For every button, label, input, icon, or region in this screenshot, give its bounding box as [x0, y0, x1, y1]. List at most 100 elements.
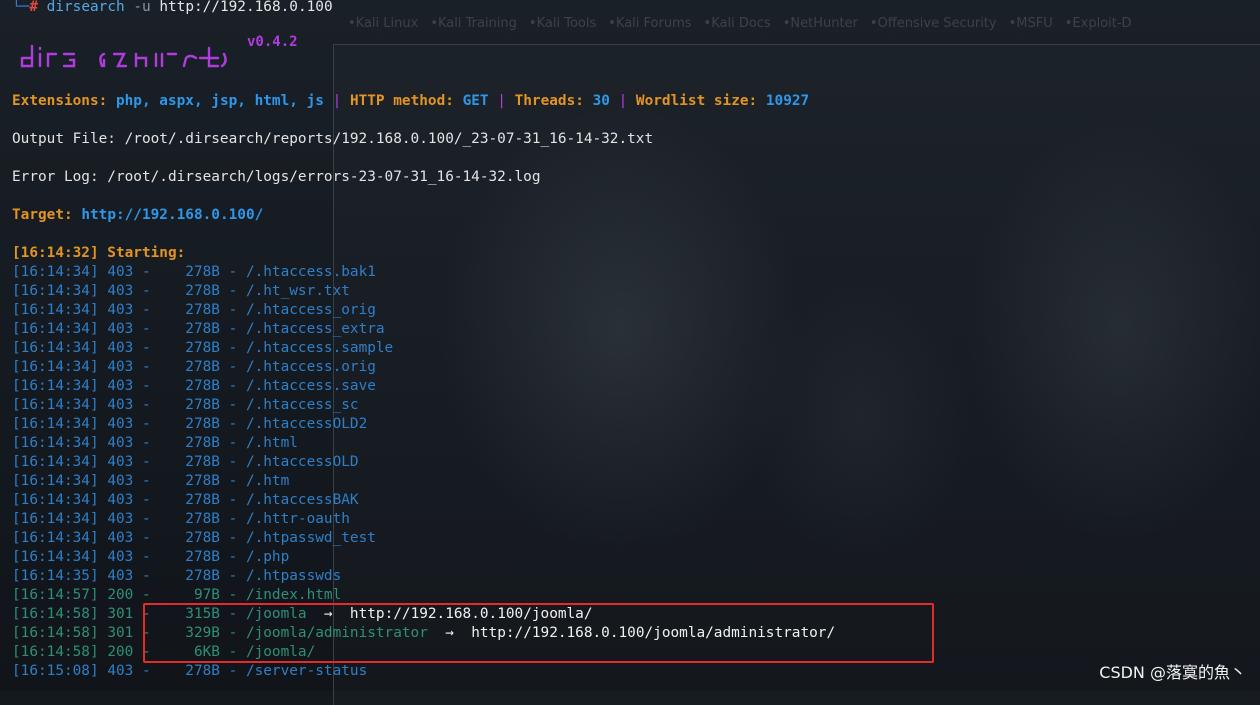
result-size: 278B — [185, 397, 220, 413]
result-time: [16:14:34] — [12, 359, 99, 375]
method-value: GET — [462, 93, 489, 109]
result-status-code: 403 — [107, 568, 134, 584]
result-status-code: 403 — [107, 264, 134, 280]
result-time: [16:14:34] — [12, 283, 99, 299]
result-time: [16:14:34] — [12, 321, 99, 337]
table-row: [16:14:34] 403 - 278B - /.ht_wsr.txt — [12, 283, 350, 299]
result-size: 278B — [185, 340, 220, 356]
result-path: /.htaccess.save — [245, 378, 376, 394]
prompt-arrow: └─ — [12, 0, 30, 15]
result-size: 278B — [185, 549, 220, 565]
table-row: [16:15:08] 403 - 278B - /server-status — [12, 663, 368, 679]
result-size: 278B — [185, 454, 220, 470]
result-time: [16:14:58] — [12, 644, 99, 660]
table-row: [16:14:34] 403 - 278B - /.htaccess.save — [12, 378, 376, 394]
table-row: [16:14:34] 403 - 278B - /.htaccessBAK — [12, 492, 359, 508]
extensions-value: php, aspx, jsp, html, js — [115, 93, 324, 109]
result-path: /.htpasswd_test — [245, 530, 376, 546]
result-path: /.htaccessBAK — [245, 492, 359, 508]
table-row: [16:14:34] 403 - 278B - /.html — [12, 435, 298, 451]
result-time: [16:14:34] — [12, 340, 99, 356]
table-row: [16:14:34] 403 - 278B - /.htaccessOLD — [12, 454, 359, 470]
result-path: /.htaccess_sc — [245, 397, 359, 413]
separator: | — [332, 93, 342, 109]
table-row: [16:14:34] 403 - 278B - /.htaccess_orig — [12, 302, 376, 318]
result-status-code: 403 — [107, 321, 134, 337]
result-size: 278B — [185, 283, 220, 299]
result-status-code: 403 — [107, 416, 134, 432]
threads-label: Threads: — [514, 93, 584, 109]
result-size: 278B — [185, 568, 220, 584]
threads-value: 30 — [592, 93, 610, 109]
result-status-code: 301 — [107, 625, 134, 641]
result-status-code: 403 — [107, 340, 134, 356]
result-time: [16:14:34] — [12, 378, 99, 394]
result-status-code: 403 — [107, 283, 134, 299]
result-size: 278B — [185, 302, 220, 318]
result-time: [16:15:08] — [12, 663, 99, 679]
command-target: http://192.168.0.100 — [159, 0, 333, 15]
result-size: 278B — [185, 473, 220, 489]
dirsearch-logo — [20, 44, 227, 68]
table-row: [16:14:35] 403 - 278B - /.htpasswds — [12, 568, 342, 584]
result-size: 278B — [185, 663, 220, 679]
result-status-code: 403 — [107, 359, 134, 375]
config-line: Extensions: php, aspx, jsp, html, js | H… — [12, 92, 809, 111]
table-row: [16:14:34] 403 - 278B - /.htaccess_sc — [12, 397, 359, 413]
result-path: /.htaccess.sample — [245, 340, 394, 356]
result-status-code: 200 — [107, 587, 134, 603]
result-status-code: 301 — [107, 606, 134, 622]
result-time: [16:14:57] — [12, 587, 99, 603]
separator: | — [497, 93, 506, 109]
result-status-code: 403 — [107, 435, 134, 451]
table-row: [16:14:34] 403 - 278B - /.htm — [12, 473, 290, 489]
output-file-line: Output File: /root/.dirsearch/reports/19… — [12, 131, 654, 147]
result-path: /.htaccessOLD — [245, 454, 359, 470]
csdn-watermark: CSDN @落寞的魚丶 — [1099, 663, 1246, 682]
version-label: v0.4.2 — [247, 34, 298, 50]
result-time: [16:14:34] — [12, 264, 99, 280]
result-time: [16:14:34] — [12, 416, 99, 432]
result-path: /.html — [245, 435, 298, 451]
target-line: Target: http://192.168.0.100/ — [12, 206, 263, 225]
result-path: /index.html — [245, 587, 342, 603]
result-status-code: 403 — [107, 663, 134, 679]
result-size: 278B — [185, 378, 220, 394]
target-value: http://192.168.0.100/ — [81, 207, 264, 223]
result-status-code: 403 — [107, 511, 134, 527]
result-path: /.httr-oauth — [245, 511, 350, 527]
result-status-code: 403 — [107, 492, 134, 508]
target-label: Target: — [12, 207, 73, 223]
result-size: 278B — [185, 530, 220, 546]
table-row: [16:14:34] 403 - 278B - /.htaccess_extra — [12, 321, 385, 337]
wordlist-value: 10927 — [765, 93, 810, 109]
wordlist-label: Wordlist size: — [635, 93, 758, 109]
result-path: /.ht_wsr.txt — [245, 283, 350, 299]
result-size: 278B — [185, 321, 220, 337]
prompt-hash: # — [29, 0, 38, 15]
command-program: dirsearch — [46, 0, 125, 15]
result-size: 278B — [185, 416, 220, 432]
result-size: 278B — [185, 359, 220, 375]
table-row: [16:14:34] 403 - 278B - /.htaccess.orig — [12, 359, 376, 375]
table-row: [16:14:34] 403 - 278B - /.htaccess.bak1 — [12, 264, 376, 280]
result-time: [16:14:34] — [12, 549, 99, 565]
highlight-annotation-box — [143, 603, 934, 663]
table-row: [16:14:34] 403 - 278B - /.php — [12, 549, 290, 565]
result-path: /.htaccess_orig — [245, 302, 376, 318]
result-time: [16:14:34] — [12, 473, 99, 489]
result-status-code: 403 — [107, 454, 134, 470]
result-path: /server-status — [245, 663, 368, 679]
command-flag: -u — [133, 0, 151, 15]
result-status-code: 403 — [107, 397, 134, 413]
result-status-code: 403 — [107, 549, 134, 565]
result-time: [16:14:58] — [12, 606, 99, 622]
result-time: [16:14:34] — [12, 492, 99, 508]
result-time: [16:14:34] — [12, 435, 99, 451]
command-line: └─# dirsearch -u http://192.168.0.100 — [12, 0, 333, 17]
result-status-code: 403 — [107, 530, 134, 546]
terminal[interactable]: └─# dirsearch -u http://192.168.0.100 v0… — [0, 0, 1260, 691]
result-time: [16:14:58] — [12, 625, 99, 641]
starting-line: [16:14:32] Starting: — [12, 245, 186, 261]
error-log-line: Error Log: /root/.dirsearch/logs/errors-… — [12, 169, 541, 185]
